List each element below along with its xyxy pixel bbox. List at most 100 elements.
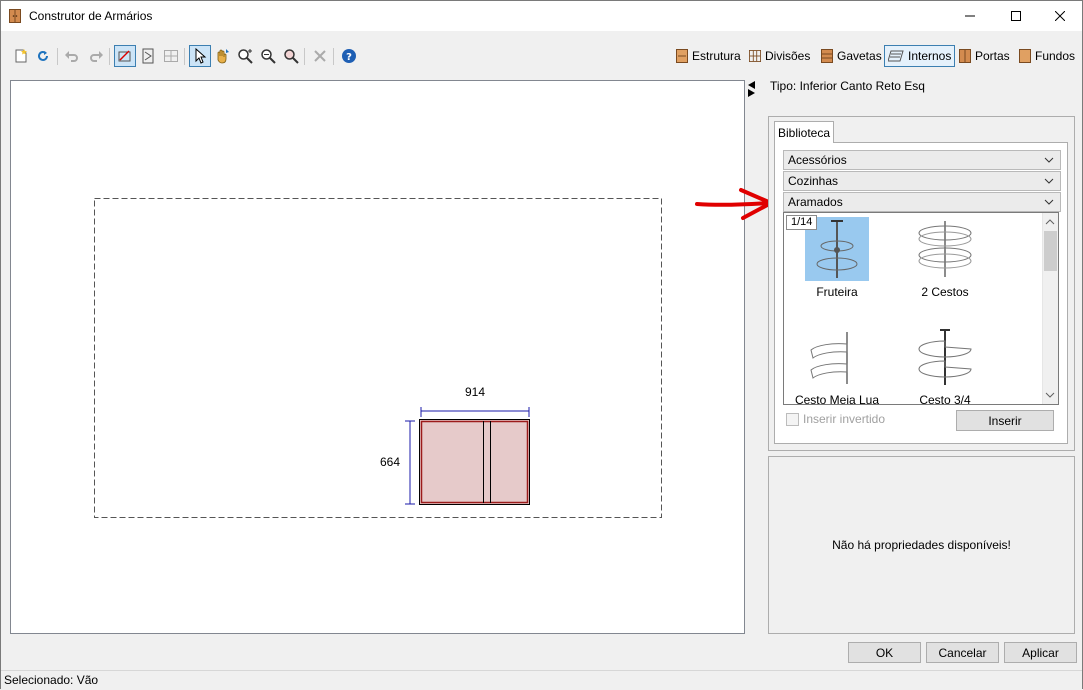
mode-gavetas-button[interactable]: Gavetas [818, 45, 885, 67]
maximize-icon [1011, 11, 1021, 21]
cancel-button[interactable]: Cancelar [926, 642, 999, 663]
category-aramados[interactable]: Aramados [783, 192, 1061, 212]
item-thumbnail [805, 325, 869, 389]
mode-label: Internos [908, 49, 952, 63]
toolbar-separator [184, 48, 185, 65]
toolbar-separator [333, 48, 334, 65]
toolbar-separator [57, 48, 58, 65]
drawing-svg [94, 198, 662, 518]
new-icon [15, 49, 27, 63]
pan-tool-button[interactable] [211, 45, 233, 67]
scroll-down-icon[interactable] [1043, 388, 1057, 402]
mode-portas-button[interactable]: Portas [956, 45, 1013, 67]
door-tool-button[interactable] [137, 45, 159, 67]
half-moon-basket-icon [810, 332, 848, 384]
category-label: Aramados [788, 195, 843, 209]
library-item-cesto-3-4[interactable]: Cesto 3/4 [895, 325, 995, 405]
library-item-cesto-meia-lua[interactable]: Cesto Meia Lua [787, 325, 887, 405]
ok-button[interactable]: OK [848, 642, 921, 663]
zoom-in-icon [238, 49, 253, 64]
mode-divisoes-button[interactable]: Divisões [746, 45, 813, 67]
mode-label: Portas [975, 49, 1010, 63]
refresh-button[interactable] [32, 45, 54, 67]
item-thumbnail [913, 325, 977, 389]
chevron-down-icon [1044, 157, 1054, 163]
help-icon: ? [342, 49, 356, 63]
type-label: Tipo: Inferior Canto Reto Esq [770, 79, 925, 93]
maximize-button[interactable] [993, 1, 1039, 31]
close-button[interactable] [1037, 1, 1083, 31]
window-title: Construtor de Armários [29, 9, 153, 23]
app-window: Construtor de Armários ? Estrutura Divis… [0, 0, 1083, 689]
item-thumbnail [913, 217, 977, 281]
category-cozinhas[interactable]: Cozinhas [783, 171, 1061, 191]
cabinet-app-icon [9, 9, 21, 23]
library-item-2-cestos[interactable]: 2 Cestos [895, 217, 995, 299]
insert-inverted-row: Inserir invertido [786, 412, 885, 426]
mode-internos-button[interactable]: Internos [884, 45, 956, 67]
scroll-up-icon[interactable] [1043, 215, 1057, 229]
zoom-out-button[interactable] [257, 45, 279, 67]
divisions-icon [749, 50, 761, 62]
minimize-button[interactable] [947, 1, 993, 31]
insert-inverted-checkbox[interactable] [786, 412, 799, 426]
redo-button[interactable] [85, 45, 107, 67]
status-text: Selecionado: Vão [4, 673, 99, 687]
door-icon [142, 48, 154, 64]
cabinet-body[interactable] [419, 419, 530, 505]
two-baskets-icon [918, 221, 972, 277]
shape-tool-button[interactable] [114, 45, 136, 67]
delete-icon [314, 50, 326, 62]
internals-icon [888, 50, 904, 62]
delete-button[interactable] [309, 45, 331, 67]
items-scrollbar[interactable] [1042, 213, 1058, 404]
chevron-down-icon [1044, 199, 1054, 205]
pointer-icon [195, 48, 207, 64]
mode-fundos-button[interactable]: Fundos [1016, 45, 1078, 67]
svg-text:?: ? [346, 52, 352, 63]
tab-biblioteca[interactable]: Biblioteca [774, 121, 834, 143]
chevron-down-icon [1044, 178, 1054, 184]
new-button[interactable] [10, 45, 32, 67]
grid-tool-button[interactable] [160, 45, 182, 67]
help-button[interactable]: ? [338, 45, 360, 67]
title-bar: Construtor de Armários [1, 1, 1082, 31]
drawing-canvas[interactable]: 914 664 [10, 80, 745, 634]
redo-icon [90, 51, 103, 62]
minimize-icon [965, 15, 975, 17]
insert-inverted-label: Inserir invertido [803, 412, 886, 426]
height-dimension-label: 664 [380, 455, 401, 469]
cabinet-outline [94, 198, 662, 518]
insert-button[interactable]: Inserir [956, 410, 1054, 431]
zoom-fit-icon [284, 49, 299, 64]
undo-icon [65, 51, 78, 62]
annotation-arrow [695, 188, 773, 220]
zoom-fit-button[interactable] [280, 45, 302, 67]
toolbar-separator [304, 48, 305, 65]
mode-estrutura-button[interactable]: Estrutura [673, 45, 744, 67]
apply-button[interactable]: Aplicar [1004, 642, 1077, 663]
no-properties-message: Não há propriedades disponíveis! [832, 538, 1011, 552]
undo-button[interactable] [61, 45, 83, 67]
mode-label: Fundos [1035, 49, 1076, 63]
scroll-thumb[interactable] [1044, 231, 1057, 271]
mode-label: Gavetas [837, 49, 882, 63]
item-label: Cesto 3/4 [919, 393, 971, 405]
item-label: Cesto Meia Lua [794, 393, 880, 405]
mode-label: Estrutura [692, 49, 741, 63]
category-acessorios[interactable]: Acessórios [783, 150, 1061, 170]
refresh-icon [38, 50, 48, 61]
mode-label: Divisões [765, 49, 811, 63]
properties-panel: Não há propriedades disponíveis! [768, 456, 1075, 634]
category-label: Cozinhas [788, 174, 839, 188]
doors-icon [959, 49, 971, 63]
grid-icon [164, 50, 178, 62]
pointer-tool-button[interactable] [189, 45, 211, 67]
status-bar: Selecionado: Vão [1, 670, 1082, 689]
zoom-out-icon [261, 49, 276, 64]
item-label: 2 Cestos [921, 285, 969, 299]
zoom-in-button[interactable] [234, 45, 256, 67]
close-icon [1055, 11, 1065, 21]
panel-toggle-icon[interactable] [747, 81, 757, 97]
width-dimension-label: 914 [465, 385, 486, 399]
